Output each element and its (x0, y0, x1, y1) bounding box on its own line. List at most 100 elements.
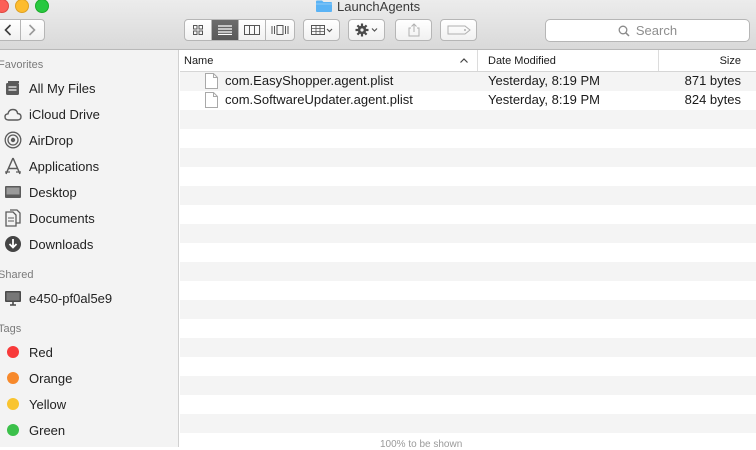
empty-row (180, 395, 756, 414)
sidebar-item-label: Red (29, 344, 53, 360)
list-view-button[interactable] (212, 20, 239, 40)
search-placeholder: Search (635, 23, 678, 38)
action-button[interactable] (348, 19, 385, 41)
empty-row (180, 262, 756, 281)
green-tag-dot-icon (4, 421, 22, 439)
airdrop-icon (4, 131, 22, 149)
column-header: Name Date Modified Size (180, 50, 756, 72)
sidebar-item-label: Yellow (29, 396, 67, 412)
empty-row (180, 110, 756, 129)
sidebar-item-all-my-files[interactable]: All My Files (0, 76, 178, 100)
date-column-label: Date Modified (488, 54, 556, 67)
sidebar-item-shared-computer[interactable]: e450-pf0al5e9 (0, 286, 178, 310)
empty-row (180, 300, 756, 319)
file-list: Name Date Modified Size com.EasyShopper.… (180, 50, 756, 447)
monitor-icon (4, 289, 22, 307)
nav-buttons (0, 19, 45, 41)
sidebar-tag-orange[interactable]: Orange (0, 366, 178, 390)
tags-button[interactable] (440, 19, 477, 41)
sidebar-tag-red[interactable]: Red (0, 340, 178, 364)
forward-button[interactable] (21, 20, 44, 40)
window-title: LaunchAgents (316, 0, 421, 14)
zoom-window-button[interactable] (35, 0, 49, 13)
yellow-tag-dot-icon (4, 395, 22, 413)
sidebar-tag-green[interactable]: Green (0, 418, 178, 442)
sidebar-item-label: All My Files (29, 80, 96, 96)
icon-view-icon (193, 25, 203, 35)
file-date-modified: Yesterday, 8:19 PM (488, 92, 601, 107)
close-window-button[interactable] (0, 0, 9, 13)
sidebar-item-label: iCloud Drive (29, 106, 100, 122)
sidebar-item-desktop[interactable]: Desktop (0, 180, 178, 204)
tags-heading: Tags (0, 323, 22, 335)
icon-view-button[interactable] (185, 20, 212, 40)
name-column-header[interactable]: Name (180, 50, 477, 71)
empty-row (180, 186, 756, 205)
tag-icon (447, 25, 471, 35)
chevron-left-icon (4, 24, 12, 36)
file-name: com.EasyShopper.agent.plist (225, 73, 394, 88)
cover-flow-icon (271, 25, 288, 35)
sidebar-item-airdrop[interactable]: AirDrop (0, 128, 178, 152)
desktop-icon (4, 183, 22, 201)
back-button[interactable] (0, 20, 21, 40)
orange-tag-dot-icon (4, 369, 22, 387)
empty-row (180, 338, 756, 357)
empty-row (180, 319, 756, 338)
share-button[interactable] (395, 19, 432, 41)
column-view-icon (244, 25, 260, 35)
arrange-button[interactable] (303, 19, 340, 41)
list-view-icon (218, 25, 232, 35)
sidebar-item-label: Downloads (29, 236, 94, 252)
sidebar-tag-yellow[interactable]: Yellow (0, 392, 178, 416)
documents-icon (4, 209, 22, 227)
empty-row (180, 433, 756, 447)
all-files-icon (4, 79, 22, 97)
file-size: 824 bytes (684, 92, 741, 107)
document-icon (205, 73, 218, 92)
status-bar-text: 100% to be shown (380, 439, 463, 450)
red-tag-dot-icon (4, 343, 22, 361)
folder-icon (316, 0, 332, 12)
chevron-right-icon (29, 24, 36, 36)
sidebar-item-applications[interactable]: Applications (0, 154, 178, 178)
sidebar-item-label: AirDrop (29, 132, 74, 148)
arrange-grid-icon (310, 25, 332, 35)
size-column-header[interactable]: Size (658, 50, 756, 71)
sidebar-item-downloads[interactable]: Downloads (0, 232, 178, 256)
table-row[interactable]: com.EasyShopper.agent.plist Yesterday, 8… (180, 72, 756, 91)
document-icon (205, 92, 218, 111)
empty-row (180, 376, 756, 395)
sidebar-item-documents[interactable]: Documents (0, 206, 178, 230)
search-icon (618, 25, 630, 37)
sidebar-item-label: Documents (29, 210, 95, 226)
size-column-label: Size (719, 54, 741, 67)
empty-row (180, 129, 756, 148)
empty-row (180, 205, 756, 224)
sidebar-item-label: Applications (29, 158, 100, 174)
downloads-icon (4, 235, 22, 253)
date-column-header[interactable]: Date Modified (477, 50, 658, 71)
empty-row (180, 224, 756, 243)
sort-ascending-icon (460, 58, 468, 63)
window-title-text: LaunchAgents (337, 0, 421, 14)
empty-row (180, 281, 756, 300)
shared-heading: Shared (0, 269, 34, 281)
empty-row (180, 148, 756, 167)
sidebar-item-label: Green (29, 422, 66, 438)
empty-row (180, 357, 756, 376)
sidebar-item-icloud-drive[interactable]: iCloud Drive (0, 102, 178, 126)
gear-icon (355, 23, 377, 37)
file-name: com.SoftwareUpdater.agent.plist (225, 92, 413, 107)
empty-row (180, 243, 756, 262)
share-icon (408, 23, 419, 37)
file-date-modified: Yesterday, 8:19 PM (488, 73, 601, 88)
minimize-window-button[interactable] (15, 0, 29, 13)
search-field[interactable]: Search (545, 19, 750, 42)
cover-flow-view-button[interactable] (266, 20, 293, 40)
toolbar: LaunchAgents Search (0, 0, 756, 50)
table-row[interactable]: com.SoftwareUpdater.agent.plist Yesterda… (180, 91, 756, 110)
column-view-button[interactable] (239, 20, 266, 40)
file-rows: com.EasyShopper.agent.plist Yesterday, 8… (180, 72, 756, 447)
sidebar-item-label: e450-pf0al5e9 (29, 290, 113, 306)
